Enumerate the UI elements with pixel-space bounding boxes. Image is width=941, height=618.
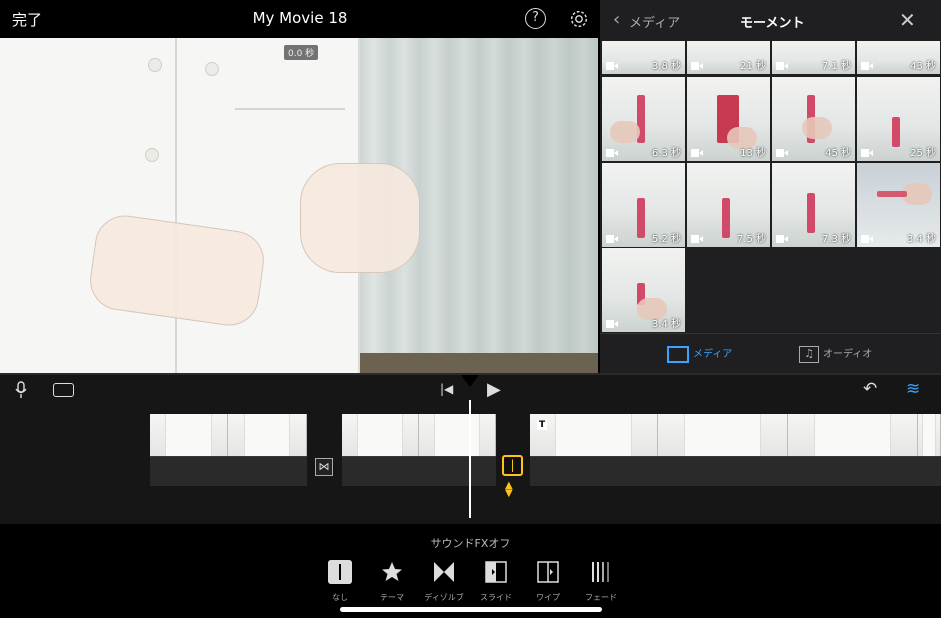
music-note-icon: ♫ <box>799 345 819 363</box>
microphone-icon[interactable] <box>15 381 27 399</box>
video-viewer[interactable]: 0.0 秒 <box>0 38 598 373</box>
media-clip[interactable]: 45 秒 <box>772 77 855 161</box>
media-clip[interactable]: 5.2 秒 <box>602 163 685 247</box>
media-clip[interactable]: 7.5 秒 <box>687 163 770 247</box>
video-camera-icon <box>606 149 618 157</box>
expand-arrows-icon[interactable]: ▲ ▼ <box>505 481 513 499</box>
video-camera-icon <box>776 235 788 243</box>
media-clip[interactable]: 3.8 秒 <box>602 41 685 74</box>
video-camera-icon <box>691 235 703 243</box>
close-icon[interactable]: ✕ <box>899 8 916 32</box>
skip-to-start-icon[interactable]: |◀ <box>440 382 453 396</box>
browser-tabs: メディア ♫ オーディオ <box>600 333 941 373</box>
timeline-clip[interactable] <box>530 414 941 486</box>
media-browser: ‹ メディア モーメント ✕ 3.8 秒 21 秒 7.1 秒 43 秒 6.3… <box>600 0 941 373</box>
media-clip[interactable]: 3.4 秒 <box>857 163 940 247</box>
transition-option-fade[interactable]: フェード <box>573 560 629 603</box>
top-bar: 完了 My Movie 18 ? <box>0 0 600 38</box>
dissolve-transition-icon[interactable]: ⋈ <box>315 458 333 476</box>
transition-option-wipe[interactable]: ワイプ <box>520 560 576 603</box>
fade-icon <box>592 562 609 582</box>
media-clip[interactable]: 25 秒 <box>857 77 940 161</box>
transition-option-none[interactable]: なし <box>312 560 368 603</box>
none-transition-icon <box>328 560 352 584</box>
playhead[interactable] <box>469 400 471 518</box>
video-camera-icon <box>606 320 618 328</box>
slide-icon <box>485 561 507 583</box>
timeline-clip[interactable] <box>150 414 307 486</box>
video-camera-icon <box>606 62 618 70</box>
title-overlay-icon: T <box>537 420 548 430</box>
playhead-marker <box>461 375 479 387</box>
media-clip[interactable]: 3.4 秒 <box>602 248 685 332</box>
selected-transition-icon[interactable]: | <box>502 455 523 476</box>
video-camera-icon <box>776 62 788 70</box>
transition-option-theme[interactable]: テーマ <box>364 560 420 603</box>
star-icon <box>382 562 402 581</box>
undo-icon[interactable]: ↶ <box>863 379 877 399</box>
tab-media[interactable]: メディア <box>667 345 732 363</box>
video-camera-icon <box>861 62 873 70</box>
play-icon[interactable]: ▶ <box>487 379 501 400</box>
playhead-time: 0.0 秒 <box>284 45 319 60</box>
media-browser-header: ‹ メディア モーメント ✕ <box>600 0 941 40</box>
timeline-clip[interactable] <box>342 414 496 486</box>
audio-waveform-icon[interactable]: ≋ <box>906 379 920 399</box>
video-camera-icon <box>861 235 873 243</box>
right-glove <box>300 163 420 273</box>
video-camera-icon <box>776 149 788 157</box>
floor <box>360 353 598 373</box>
video-camera-icon <box>861 149 873 157</box>
transition-option-slide[interactable]: スライド <box>468 560 524 603</box>
media-clip[interactable]: 21 秒 <box>687 41 770 74</box>
help-button[interactable]: ? <box>525 8 546 29</box>
dissolve-icon <box>434 562 454 582</box>
media-clip[interactable]: 7.3 秒 <box>772 163 855 247</box>
back-to-media-button[interactable]: メディア <box>629 12 680 31</box>
wipe-icon <box>537 561 559 583</box>
film-strip-icon <box>667 345 689 363</box>
media-clip[interactable]: 6.3 秒 <box>602 77 685 161</box>
camera-icon[interactable] <box>53 383 74 397</box>
video-camera-icon <box>691 149 703 157</box>
media-clip[interactable]: 13 秒 <box>687 77 770 161</box>
video-camera-icon <box>606 235 618 243</box>
media-clip[interactable]: 43 秒 <box>857 41 940 74</box>
chevron-left-icon[interactable]: ‹ <box>613 9 620 30</box>
transition-option-dissolve[interactable]: ディゾルブ <box>416 560 472 603</box>
home-indicator[interactable] <box>340 607 602 612</box>
transition-inspector: サウンドFXオフ なし テーマ ディゾルブ スライド ワイプ フェード <box>0 524 941 618</box>
project-title: My Movie 18 <box>252 9 348 27</box>
video-camera-icon <box>691 62 703 70</box>
panel-title: モーメント <box>740 16 805 31</box>
sound-fx-toggle[interactable]: サウンドFXオフ <box>0 535 941 551</box>
gear-icon[interactable] <box>568 8 590 30</box>
media-clip[interactable]: 7.1 秒 <box>772 41 855 74</box>
tab-audio[interactable]: ♫ オーディオ <box>799 345 872 363</box>
